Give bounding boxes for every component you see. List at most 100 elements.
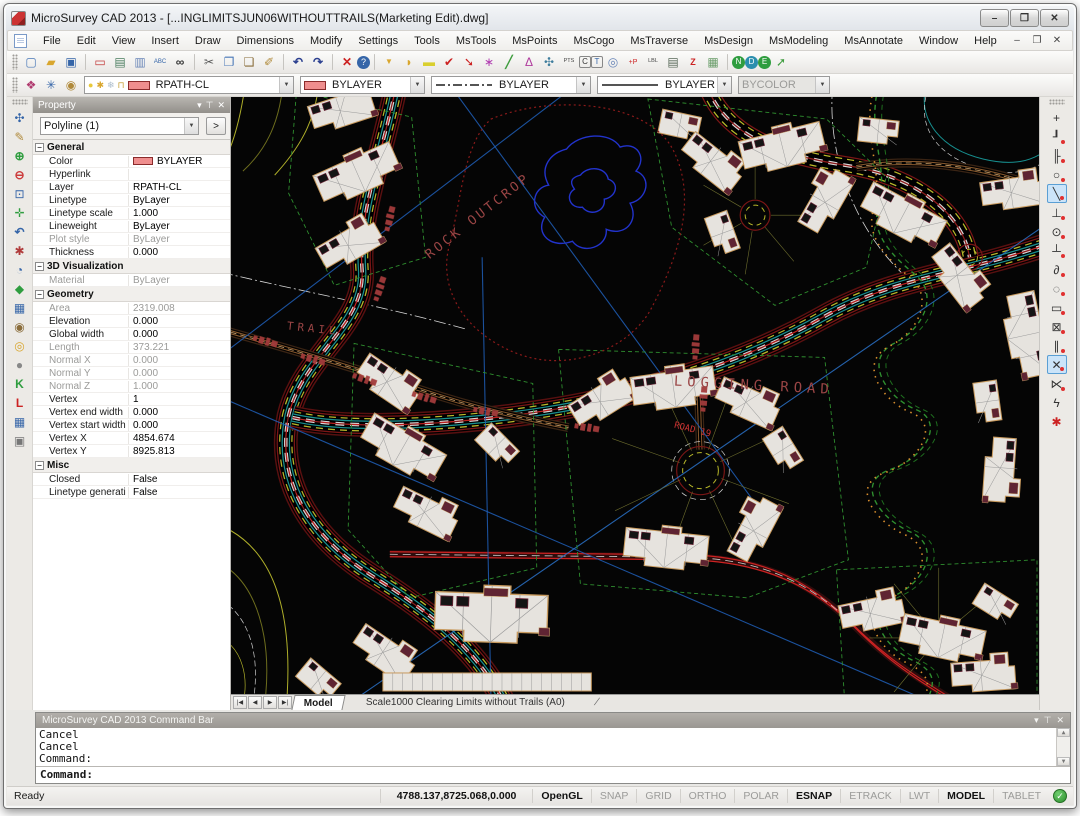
snap-deferred-button[interactable]: ⋉ [1047,374,1067,393]
new-button[interactable]: ▢ [21,53,41,72]
ucs-origin-button[interactable]: L [9,393,30,412]
cad-canvas[interactable]: ROCK OUTCROP ROCK OUTCROP LOGGING ROAD T… [231,97,1039,694]
point-id-button[interactable]: ∗ [479,53,499,72]
chevron-down-icon[interactable]: ▼ [184,118,198,134]
linetype-combo[interactable]: BYLAYER ▼ [431,76,591,94]
entity-selector-combo[interactable]: Polyline (1) ▼ [40,117,199,135]
snap-intersection-button[interactable]: ✕ [1047,355,1067,374]
snap-midpoint-button[interactable]: ╟ [1047,146,1067,165]
title-bar[interactable]: MicroSurvey CAD 2013 - [...INGLIMITSJUN0… [7,6,1073,30]
command-input[interactable]: Command: [36,767,1070,783]
menu-item[interactable]: MsAnnotate [836,33,911,49]
toolbar-grip[interactable] [12,77,18,93]
tab-nav-button[interactable]: ▶| [278,696,292,709]
east-button[interactable]: E [758,56,771,69]
plot-button[interactable]: ▭ [90,53,110,72]
snap-apparent-button[interactable]: ⊠ [1047,317,1067,336]
redo-button[interactable]: ↷ [308,53,328,72]
menu-item[interactable]: File [35,33,69,49]
table-button[interactable]: ▦ [9,412,30,431]
menu-item[interactable]: MsDesign [696,33,761,49]
toolbar-grip[interactable] [12,99,28,105]
tab-nav-button[interactable]: |◀ [233,696,247,709]
menu-item[interactable]: Modify [302,33,350,49]
orbit-button[interactable]: ◔ [9,260,30,279]
pts-button[interactable]: PTS [559,53,579,72]
status-check-icon[interactable]: ✓ [1053,789,1067,803]
menu-item[interactable]: MsPoints [504,33,565,49]
status-toggle[interactable]: ETRACK [840,789,900,803]
scroll-down-icon[interactable]: ▼ [1057,757,1070,766]
scroll-up-icon[interactable]: ▲ [1057,728,1070,737]
mdi-restore-icon[interactable]: ❐ [1030,35,1044,46]
tab-nav-button[interactable]: ▶ [263,696,277,709]
section-header-general[interactable]: −General [33,140,230,155]
command-bar-header[interactable]: MicroSurvey CAD 2013 Command Bar ▾ ⊤ ✕ [36,713,1070,728]
shade-button[interactable]: ● [9,355,30,374]
color-combo[interactable]: BYLAYER ▼ [300,76,425,94]
status-toggle[interactable]: MODEL [938,789,993,803]
snap-perpendicular-button[interactable]: ⊥ [1047,203,1067,222]
tab-nav-button[interactable]: ◀ [248,696,262,709]
menu-item[interactable]: Dimensions [229,33,302,49]
camera-view-button[interactable]: ▦ [9,298,30,317]
point-check-button[interactable]: ✔ [439,53,459,72]
layer-state-button[interactable]: ✳ [41,76,61,95]
point-arrow-button[interactable]: ➘ [459,53,479,72]
status-toggle[interactable]: LWT [900,789,938,803]
cad-drawing[interactable]: ROCK OUTCROP ROCK OUTCROP LOGGING ROAD T… [231,97,1039,694]
auto-point-button[interactable]: +P [623,53,643,72]
section-header-misc[interactable]: −Misc [33,458,230,473]
chevron-down-icon[interactable]: ▼ [576,77,590,93]
menu-item[interactable]: View [104,33,144,49]
label-left-button[interactable]: LBL [643,53,663,72]
mdi-close-icon[interactable]: ✕ [1050,35,1064,46]
open-folder-button[interactable]: ▰ [41,53,61,72]
menu-item[interactable]: Settings [350,33,406,49]
redraw-button[interactable]: ✣ [9,108,30,127]
status-toggle[interactable]: TABLET [993,789,1049,803]
zoom-previous-button[interactable]: ↶ [9,222,30,241]
snap-center-button[interactable]: ○ [1047,165,1067,184]
paste-button[interactable]: ❏ [239,53,259,72]
collapse-icon[interactable]: − [35,290,44,299]
mdi-minimize-icon[interactable]: – [1010,35,1024,46]
status-renderer[interactable]: OpenGL [532,789,590,803]
viewpoint-button[interactable]: ◆ [9,279,30,298]
depth-button[interactable]: D [745,56,758,69]
copy-button[interactable]: ❐ [219,53,239,72]
layer-combo[interactable]: ●✱❄⊓ RPATH-CL ▼ [84,76,294,94]
zoom-in-button[interactable]: ⊕ [9,146,30,165]
layers-button[interactable]: ❖ [21,76,41,95]
snap-endpoint-button[interactable]: ┚ [1047,127,1067,146]
menu-item[interactable]: Help [966,33,1005,49]
status-toggle[interactable]: POLAR [734,789,787,803]
snap-insertion-button[interactable]: ┴ [1047,241,1067,260]
menu-item[interactable]: MsTraverse [622,33,696,49]
c-annotation-button[interactable]: C [579,56,591,68]
snap-settings-button[interactable]: ϟ [1047,393,1067,412]
pin-icon[interactable]: ⊤ [206,100,214,111]
snap-extension-button[interactable]: ▭ [1047,298,1067,317]
status-toggle[interactable]: ESNAP [787,789,840,803]
collapse-icon[interactable]: − [35,262,44,271]
delete-button[interactable]: ✕ [337,53,357,72]
traverse-button[interactable]: ✣ [539,53,559,72]
pan-button[interactable]: ✛ [9,203,30,222]
find-button[interactable]: ∞ [170,53,190,72]
section-header-3d[interactable]: −3D Visualization [33,259,230,274]
tab-model[interactable]: Model [291,695,345,710]
status-toggle[interactable]: ORTHO [680,789,735,803]
undo-button[interactable]: ↶ [288,53,308,72]
menu-item[interactable]: MsModeling [761,33,836,49]
cut-button[interactable]: ✂ [199,53,219,72]
zoom-points-button[interactable]: ◎ [603,53,623,72]
property-panel-header[interactable]: Property ▾ ⊤ ✕ [33,97,230,113]
scale-z-button[interactable]: Z [683,53,703,72]
command-scrollbar[interactable]: ▲ ▼ [1056,728,1070,766]
chevron-down-icon[interactable]: ▼ [717,77,731,93]
image-button[interactable]: ▦ [703,53,723,72]
regen-button[interactable]: ✎ [9,127,30,146]
delta-button[interactable]: Δ [519,53,539,72]
menu-item[interactable]: MsTools [448,33,504,49]
